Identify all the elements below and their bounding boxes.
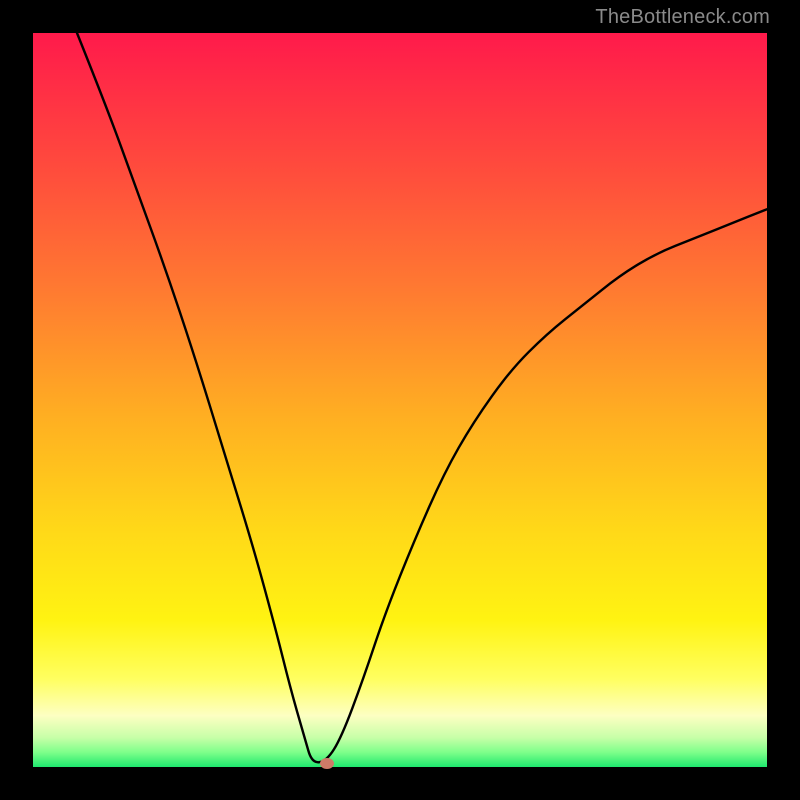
chart-frame: TheBottleneck.com [0,0,800,800]
bottleneck-curve [33,33,767,767]
optimal-point-marker [320,758,334,769]
watermark-text: TheBottleneck.com [595,6,770,29]
